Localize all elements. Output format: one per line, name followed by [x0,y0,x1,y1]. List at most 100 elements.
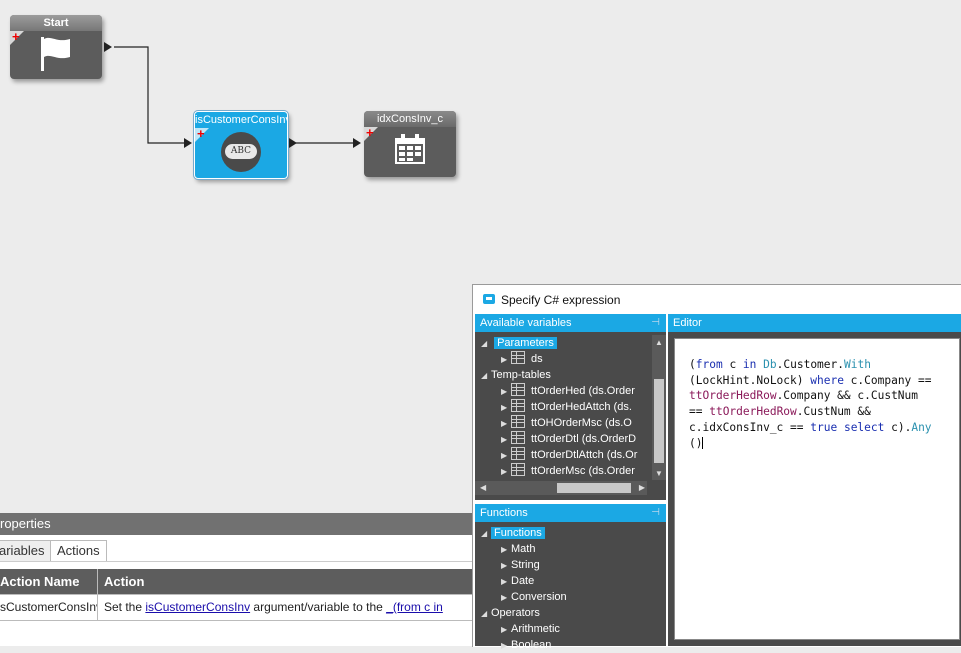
scrollbar-thumb[interactable] [557,483,631,493]
table-icon [511,415,525,428]
code-line-1: (from c in Db.Customer.With [689,357,871,371]
functions-pane-title: Functions [480,507,528,519]
tree-item-label: String [511,559,540,571]
collapsed-arrow-icon[interactable]: ▶ [501,416,511,431]
text-caret [702,436,704,449]
table-icon [511,351,525,364]
scroll-up-arrow-icon[interactable]: ▲ [655,338,663,347]
tree-item-ttorderhed[interactable]: ▶ ttOrderHed (ds.Order [475,383,652,399]
tree-item-temp-tables[interactable]: ◢ Temp-tables [475,367,652,383]
collapsed-arrow-icon[interactable]: ▶ [501,432,511,447]
editor-pane-header: Editor [668,314,961,332]
tree-item-ttorderdtl[interactable]: ▶ ttOrderDtl (ds.OrderD [475,431,652,447]
properties-tabs: ariables Actions [0,535,474,562]
start-node[interactable]: Start + [10,15,102,79]
dialog-title-bar[interactable]: Specify C# expression [473,285,961,315]
update-node-title: idxConsInv_c [364,111,456,127]
collapsed-arrow-icon[interactable]: ▶ [501,558,511,573]
expanded-arrow-icon[interactable]: ◢ [481,526,491,541]
variables-pane-header: Available variables ⊣ [475,314,666,332]
tree-item-label: ttOHOrderMsc (ds.O [531,417,632,429]
scroll-down-arrow-icon[interactable]: ▼ [655,469,663,478]
collapsed-arrow-icon[interactable]: ▶ [501,464,511,479]
collapsed-arrow-icon[interactable]: ▶ [501,574,511,589]
tab-actions[interactable]: Actions [50,540,107,561]
tree-item-label: Parameters [494,337,557,349]
tree-item-label: ttOrderDtlAttch (ds.Or [531,449,638,461]
editor-pane-title: Editor [673,317,702,329]
update-input-port[interactable] [353,138,361,148]
tree-item-ttorderdtlattch[interactable]: ▶ ttOrderDtlAttch (ds.Or [475,447,652,463]
condition-output-port[interactable] [289,138,297,148]
tree-item-ttohordermsc[interactable]: ▶ ttOHOrderMsc (ds.O [475,415,652,431]
tree-item-label: Boolean [511,639,552,651]
column-header-action-name[interactable]: Action Name [0,569,98,594]
tree-item-boolean[interactable]: ▶ Boolean [475,637,666,653]
expanded-arrow-icon[interactable]: ◢ [481,336,491,351]
expression-code: (from c in Db.Customer.With (LockHint.NoL… [689,341,959,483]
expression-link[interactable]: _(from c in [386,600,443,614]
flag-icon [10,35,102,76]
condition-node[interactable]: isCustomerConsInv + ABC [193,110,289,180]
collapsed-arrow-icon[interactable]: ▶ [501,542,511,557]
functions-pane-header: Functions ⊣ [475,504,666,522]
collapsed-arrow-icon[interactable]: ▶ [501,352,511,367]
properties-header: roperties [0,513,474,535]
expanded-arrow-icon[interactable]: ◢ [481,368,491,383]
action-name-cell: sCustomerConsInv [0,595,98,620]
actions-table: Action Name Action sCustomerConsInv Set … [0,569,474,621]
action-text-prefix: Set the [104,600,146,614]
tree-item-ttordermsc[interactable]: ▶ ttOrderMsc (ds.Order [475,463,652,479]
functions-tree: ◢ Functions ▶ Math ▶ String ▶ Date ▶ Conversi… [475,525,666,653]
abc-icon-label: ABC [225,144,257,159]
collapsed-arrow-icon[interactable]: ▶ [501,622,511,637]
tree-item-operators[interactable]: ◢ Operators [475,605,666,621]
variables-tree: ◢ Parameters ▶ ds ◢ Temp-tables ▶ ttOrderHe… [475,335,652,479]
tree-item-string[interactable]: ▶ String [475,557,666,573]
tab-variables[interactable]: ariables [0,540,52,561]
table-icon [511,463,525,476]
tree-item-ds[interactable]: ▶ ds [475,351,652,367]
tree-item-conversion[interactable]: ▶ Conversion [475,589,666,605]
collapsed-arrow-icon[interactable]: ▶ [501,448,511,463]
tree-item-functions[interactable]: ◢ Functions [475,525,666,541]
table-row[interactable]: sCustomerConsInv Set the isCustomerConsI… [0,595,474,621]
tree-item-label: Operators [491,607,540,619]
tree-item-arithmetic[interactable]: ▶ Arithmetic [475,621,666,637]
collapsed-arrow-icon[interactable]: ▶ [501,400,511,415]
dialog-window-icon [483,294,495,304]
pin-icon[interactable]: ⊣ [651,314,660,332]
table-icon [511,447,525,460]
pin-icon[interactable]: ⊣ [651,504,660,522]
expanded-arrow-icon[interactable]: ◢ [481,606,491,621]
tree-item-ttorderhedattch[interactable]: ▶ ttOrderHedAttch (ds. [475,399,652,415]
column-header-action[interactable]: Action [98,569,474,594]
scroll-right-arrow-icon[interactable]: ▶ [639,483,645,492]
update-node[interactable]: idxConsInv_c + [364,111,456,177]
code-line-4: == ttOrderHedRow.CustNum && [689,405,871,419]
variable-link[interactable]: isCustomerConsInv [145,600,250,614]
code-line-2: (LockHint.NoLock) where c.Company == [689,373,932,387]
tree-item-parameters[interactable]: ◢ Parameters [475,335,652,351]
start-output-port[interactable] [104,42,112,52]
variables-horizontal-scrollbar[interactable]: ◀ ▶ [475,481,647,495]
code-line-3: ttOrderHedRow.Company && c.CustNum [689,389,919,403]
tree-item-label: Temp-tables [491,369,551,381]
tree-item-label: ttOrderHed (ds.Order [531,385,635,397]
tree-item-label: ttOrderHedAttch (ds. [531,401,632,413]
available-variables-pane: Available variables ⊣ ◢ Parameters ▶ ds ◢… [475,314,666,500]
tree-item-label: ttOrderMsc (ds.Order [531,465,635,477]
scrollbar-thumb[interactable] [654,379,664,463]
scroll-left-arrow-icon[interactable]: ◀ [480,483,486,492]
tree-item-date[interactable]: ▶ Date [475,573,666,589]
table-icon [511,383,525,396]
tree-item-label: Functions [491,527,545,539]
editor-pane: Editor (from c in Db.Customer.With (LockH… [668,314,961,646]
variables-vertical-scrollbar[interactable]: ▲ ▼ [652,335,666,480]
tree-item-math[interactable]: ▶ Math [475,541,666,557]
condition-input-port[interactable] [184,138,192,148]
collapsed-arrow-icon[interactable]: ▶ [501,590,511,605]
expression-editor[interactable]: (from c in Db.Customer.With (LockHint.NoL… [674,338,960,640]
collapsed-arrow-icon[interactable]: ▶ [501,384,511,399]
start-node-title: Start [10,15,102,31]
